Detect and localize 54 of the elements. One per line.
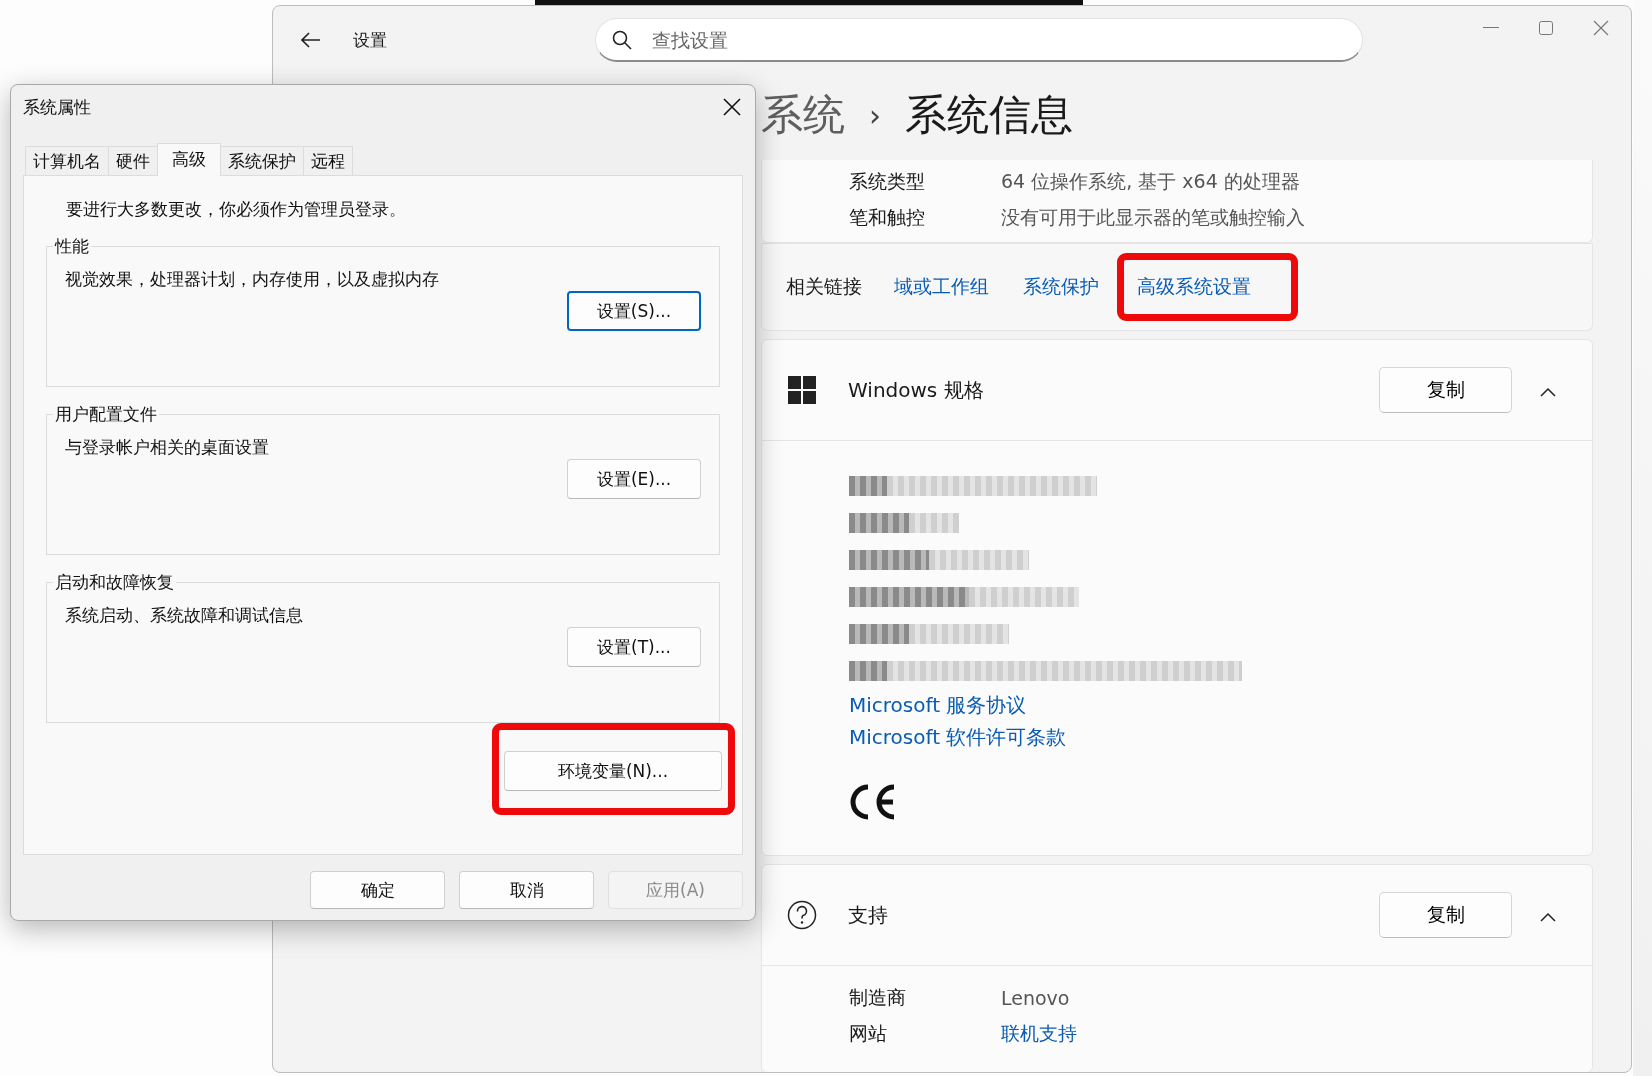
group-description: 视觉效果，处理器计划，内存使用，以及虚拟内存 — [65, 268, 440, 291]
dialog-button[interactable]: 确定 — [310, 871, 445, 909]
help-icon — [787, 900, 817, 930]
settings-button[interactable]: 设置(T)... — [567, 627, 701, 667]
dialog-title: 系统属性 — [23, 95, 91, 119]
info-label: 笔和触控 — [848, 205, 926, 230]
settings-button[interactable]: 设置(E)... — [567, 459, 701, 499]
admin-notice: 要进行大多数更改，你必须作为管理员登录。 — [66, 198, 407, 221]
breadcrumb-link[interactable]: 系统 — [761, 87, 845, 143]
agreement-link[interactable]: Microsoft 软件许可条款 — [762, 721, 1067, 753]
blurred-label — [849, 660, 887, 681]
info-label: 系统类型 — [848, 169, 926, 194]
related-link[interactable]: 系统保护 — [1023, 275, 1099, 297]
related-link[interactable]: 域或工作组 — [894, 275, 989, 297]
info-value: 64 位操作系统, 基于 x64 的处理器 — [1001, 169, 1300, 194]
close-icon[interactable] — [723, 98, 741, 116]
website-link[interactable]: 联机支持 — [1001, 1021, 1077, 1047]
blurred-label — [849, 623, 909, 644]
settings-button[interactable]: 设置(S)... — [567, 291, 701, 331]
maximize-icon[interactable] — [1539, 21, 1553, 35]
group-title: 启动和故障恢复 — [54, 571, 175, 594]
page-title: 系统信息 — [905, 89, 1073, 141]
window-title: 设置 — [353, 28, 387, 52]
chevron-up-icon[interactable] — [1540, 387, 1556, 397]
section-title: 支持 — [847, 901, 889, 929]
search-icon — [612, 30, 632, 50]
minimize-icon[interactable] — [1483, 27, 1499, 29]
back-arrow-icon[interactable] — [301, 32, 321, 48]
section-title: Windows 规格 — [847, 376, 985, 404]
blurred-label — [849, 512, 909, 533]
copy-button[interactable]: 复制 — [1379, 367, 1512, 413]
agreement-link[interactable]: Microsoft 服务协议 — [762, 689, 1027, 721]
breadcrumb-separator: › — [869, 97, 881, 133]
environment-variables-button[interactable]: 环境变量(N)... — [504, 751, 722, 791]
tab[interactable]: 计算机名 — [25, 146, 109, 175]
group-title: 性能 — [53, 235, 90, 258]
info-value: 没有可用于此显示器的笔或触控输入 — [1001, 205, 1305, 230]
dialog-button[interactable]: 取消 — [459, 871, 594, 909]
copy-button[interactable]: 复制 — [1379, 892, 1512, 938]
related-link[interactable]: 高级系统设置 — [1137, 275, 1251, 297]
info-label: 网站 — [848, 1021, 888, 1046]
group-description: 与登录帐户相关的桌面设置 — [65, 436, 270, 459]
info-value: Lenovo — [1001, 987, 1070, 1009]
group-title: 用户配置文件 — [54, 403, 158, 426]
windows-logo-icon — [788, 376, 816, 404]
blurred-label — [849, 475, 887, 496]
group-description: 系统启动、系统故障和调试信息 — [65, 604, 304, 627]
search-field[interactable]: 查找设置 — [595, 18, 1363, 62]
related-links-label: 相关链接 — [785, 274, 862, 299]
blurred-value — [909, 512, 959, 533]
tab[interactable]: 高级 — [157, 143, 221, 176]
info-label: 制造商 — [848, 985, 907, 1010]
tab[interactable]: 远程 — [303, 146, 353, 175]
chevron-up-icon[interactable] — [1540, 912, 1556, 922]
